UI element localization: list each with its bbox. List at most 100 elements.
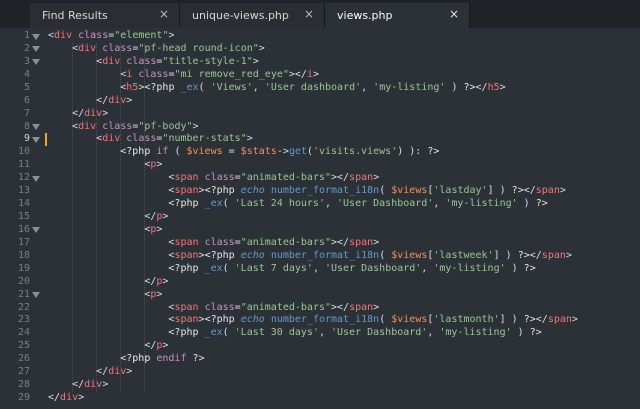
code-token: $views: [186, 146, 223, 158]
code-line[interactable]: <h5><?php _ex( 'Views', 'User dashboard'…: [48, 81, 505, 93]
code-token: </: [535, 314, 548, 326]
code-token: div: [84, 379, 103, 391]
code-token: ,: [252, 81, 265, 93]
code-token: class: [78, 30, 109, 41]
code-token: ></: [331, 301, 350, 313]
code-line[interactable]: <span class="animated-bars"></span>: [48, 237, 379, 248]
code-token: ): [511, 327, 530, 339]
line-number: 1: [23, 30, 30, 41]
code-token: ): [505, 262, 524, 274]
code-line[interactable]: <div class="pf-body">: [48, 121, 198, 132]
code-token: number_format_i18n: [270, 314, 380, 326]
code-line[interactable]: <p>: [48, 224, 162, 235]
code-token: 'lastmonth': [433, 314, 500, 326]
fold-arrow-icon[interactable]: [32, 227, 40, 234]
code-view[interactable]: <div class="element"> <div class="pf-hea…: [48, 28, 640, 409]
tab-find-results[interactable]: Find Results ×: [30, 3, 180, 28]
code-token: <?php: [204, 249, 241, 261]
code-line[interactable]: <span class="animated-bars"></span>: [48, 302, 379, 313]
code-line[interactable]: </p>: [48, 276, 168, 287]
line-number: 3: [23, 55, 30, 67]
code-token: >: [162, 211, 169, 223]
code-token: class: [138, 68, 169, 80]
code-token: <: [48, 42, 79, 54]
code-line[interactable]: </div>: [48, 95, 132, 106]
line-number: 5: [23, 81, 30, 93]
code-line[interactable]: </p>: [48, 340, 168, 351]
code-line[interactable]: </div>: [48, 392, 84, 403]
code-line[interactable]: <span><?php echo number_format_i18n( $vi…: [48, 250, 572, 261]
code-line[interactable]: <?php _ex( 'Last 7 days', 'User Dashboar…: [48, 262, 535, 274]
code-token: >: [168, 30, 175, 41]
fold-arrow-icon[interactable]: [32, 292, 40, 299]
editor-area[interactable]: 1 2 3 4 5 6 7 8 9 10 11 12 13 14 15 16 17 18 19 20 21 22 23 24 2…: [0, 28, 640, 409]
code-line[interactable]: <?php endif ?>: [48, 353, 204, 364]
code-token: </: [48, 211, 157, 223]
fold-arrow-icon[interactable]: [32, 175, 40, 182]
code-line[interactable]: </div>: [48, 108, 108, 119]
code-token: <: [48, 249, 175, 261]
code-token: (: [168, 146, 187, 158]
code-token: $views: [391, 185, 428, 197]
code-token: div: [102, 55, 121, 67]
code-line[interactable]: <div class="number-stats">: [48, 133, 253, 144]
code-line[interactable]: <span class="animated-bars"></span>: [48, 172, 379, 183]
code-token: get: [288, 146, 307, 158]
code-token: <: [48, 185, 175, 197]
code-token: ] ): [499, 314, 524, 326]
code-line[interactable]: <p>: [48, 159, 162, 170]
code-line[interactable]: <span><?php echo number_format_i18n( $vi…: [48, 185, 566, 197]
code-token: ,: [421, 262, 434, 274]
code-token: ): [517, 198, 536, 210]
code-token: ?>: [427, 146, 440, 158]
code-token: div: [84, 107, 103, 119]
code-line[interactable]: <span><?php echo number_format_i18n( $vi…: [48, 314, 578, 325]
code-token: 'my-listing': [373, 81, 446, 93]
code-line[interactable]: <div class="element">: [48, 30, 174, 41]
fold-arrow-icon[interactable]: [32, 59, 40, 66]
code-line[interactable]: <?php if ( $views = $stats->get('visits.…: [48, 146, 439, 157]
code-line[interactable]: <div class="title-style-1">: [48, 56, 259, 67]
code-line[interactable]: </div>: [48, 366, 132, 377]
line-number: 27: [17, 366, 30, 378]
fold-arrow-icon[interactable]: [32, 136, 40, 143]
close-icon[interactable]: ×: [159, 7, 169, 21]
code-token: "number-stats": [162, 133, 247, 145]
code-line[interactable]: <i class="mi remove_red_eye"></i>: [48, 69, 319, 80]
code-token: ></: [288, 68, 307, 80]
line-number: 19: [17, 262, 30, 274]
code-token: (: [222, 262, 235, 274]
code-token: (: [379, 314, 392, 326]
code-token: =: [222, 146, 241, 158]
fold-arrow-icon[interactable]: [32, 33, 40, 40]
code-token: h5: [487, 81, 500, 93]
line-number: 17: [17, 236, 30, 248]
tab-unique-views[interactable]: unique-views.php ×: [180, 3, 325, 28]
code-token: >: [156, 159, 163, 171]
code-line[interactable]: </div>: [48, 379, 108, 390]
current-line-marker: [45, 133, 47, 147]
line-number: 2: [23, 42, 30, 54]
code-line[interactable]: <div class="pf-head round-icon">: [48, 43, 265, 54]
code-line[interactable]: <?php _ex( 'Last 24 hours', 'User Dashbo…: [48, 198, 547, 210]
fold-arrow-icon[interactable]: [32, 46, 40, 53]
code-token: ->: [276, 146, 289, 158]
code-token: <: [48, 68, 127, 80]
code-token: </: [48, 107, 85, 119]
code-token: >: [559, 185, 566, 197]
code-token: class: [126, 133, 157, 145]
fold-arrow-icon[interactable]: [32, 124, 40, 130]
code-line[interactable]: </p>: [48, 211, 168, 222]
code-line[interactable]: <?php _ex( 'Last 30 days', 'User Dashboa…: [48, 327, 541, 339]
line-number: 26: [17, 353, 30, 365]
tab-label: unique-views.php: [192, 9, 289, 22]
code-token: "mi remove_red_eye": [174, 68, 289, 80]
code-token: span: [547, 314, 572, 326]
code-line[interactable]: <p>: [48, 289, 162, 300]
tab-views-php[interactable]: views.php ×: [325, 3, 470, 28]
close-icon[interactable]: ×: [449, 7, 459, 21]
code-token: <?php: [48, 262, 205, 274]
code-token: class: [126, 55, 157, 67]
close-icon[interactable]: ×: [304, 7, 314, 21]
line-number: 4: [23, 68, 30, 80]
